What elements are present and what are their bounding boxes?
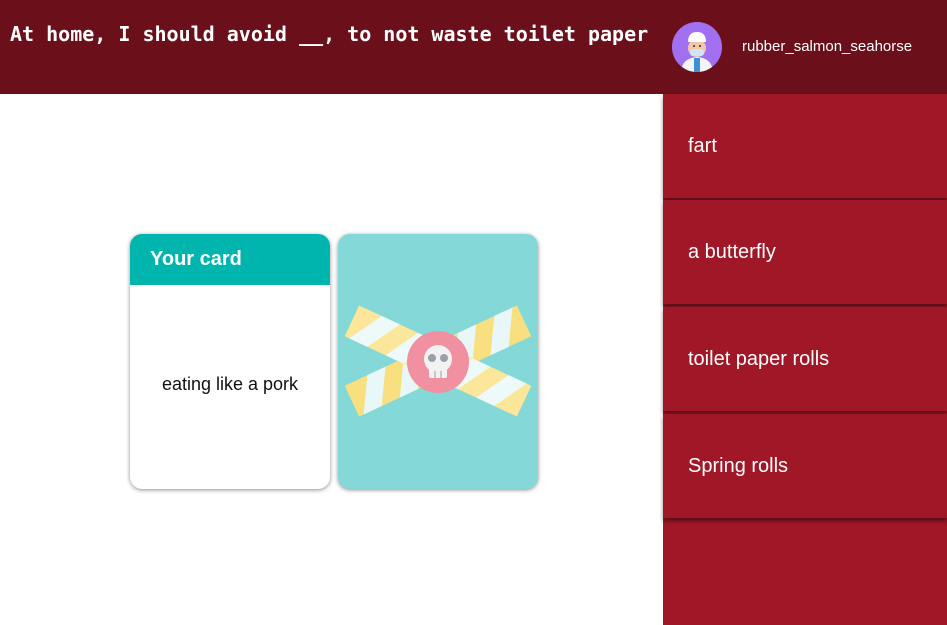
card-heading: Your card xyxy=(130,234,330,285)
avatar[interactable] xyxy=(672,22,722,72)
card-back[interactable] xyxy=(338,234,538,489)
header: At home, I should avoid __, to not waste… xyxy=(0,0,947,94)
skull-tape-icon xyxy=(344,305,532,417)
answer-option[interactable]: fart xyxy=(663,94,947,198)
card-text: eating like a pork xyxy=(161,374,299,394)
username: rubber_salmon_seahorse xyxy=(742,38,913,55)
play-area xyxy=(0,94,663,625)
answer-list: fart a butterfly toilet paper rolls Spri… xyxy=(663,94,947,625)
your-card[interactable]: Your card eating like a pork xyxy=(130,234,330,489)
doctor-avatar-icon xyxy=(672,22,722,72)
answer-option[interactable]: toilet paper rolls xyxy=(663,307,947,411)
prompt-text: At home, I should avoid __, to not waste… xyxy=(10,22,649,46)
answer-option[interactable]: a butterfly xyxy=(663,200,947,304)
answer-option[interactable]: Spring rolls xyxy=(663,414,947,518)
